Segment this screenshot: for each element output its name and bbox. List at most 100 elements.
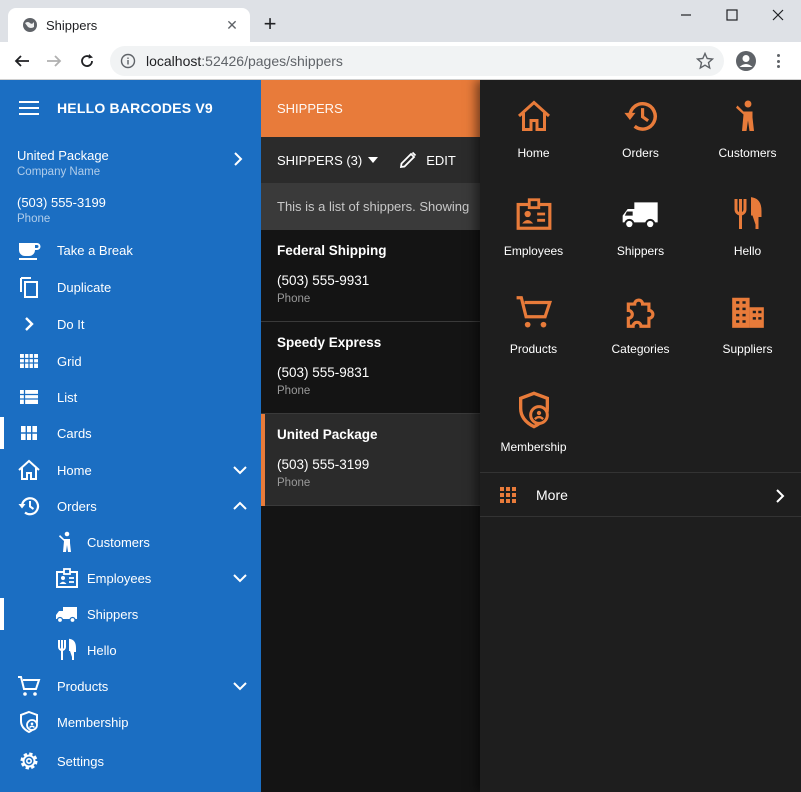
sidebar-item-shippers[interactable]: Shippers — [0, 596, 261, 632]
globe-icon — [23, 18, 37, 32]
app-page: HELLO BARCODES V9 United Package Company… — [0, 80, 801, 792]
tile-employees[interactable]: Employees — [480, 178, 587, 276]
tile-label: Employees — [503, 244, 564, 258]
maximize-icon[interactable] — [709, 0, 755, 30]
sidebar-item-label: Hello — [87, 642, 117, 658]
sidebar-item-label: Customers — [87, 534, 150, 550]
sidebar-item-home[interactable]: Home — [0, 452, 261, 488]
back-arrow-icon[interactable] — [12, 51, 32, 71]
context-company-value: United Package — [17, 148, 109, 163]
sidebar-item-label: Products — [57, 678, 109, 694]
sidebar-item-label: Settings — [57, 753, 104, 769]
sidebar-item-products[interactable]: Products — [0, 668, 261, 704]
url-field[interactable]: localhost:52426/pages/shippers — [110, 46, 724, 76]
sidebar-item-hello[interactable]: Hello — [0, 632, 261, 668]
chevron-down-icon[interactable] — [233, 573, 247, 583]
badge-icon — [55, 566, 79, 590]
sidebar-item-grid[interactable]: Grid — [0, 343, 261, 379]
app-title: HELLO BARCODES V9 — [57, 100, 213, 116]
shipper-phone-label: Phone — [277, 477, 311, 489]
more-label: More — [536, 486, 568, 503]
forward-arrow-icon[interactable] — [44, 51, 64, 71]
hamburger-menu-icon[interactable] — [19, 101, 39, 115]
context-phone: (503) 555-3199 Phone — [17, 195, 247, 225]
tile-label: Suppliers — [722, 342, 773, 356]
shipper-phone: (503) 555-9831 — [277, 365, 370, 380]
address-bar: localhost:52426/pages/shippers — [0, 42, 801, 80]
sidebar-item-settings[interactable]: Settings — [0, 743, 261, 779]
person-icon — [55, 530, 79, 554]
reload-icon[interactable] — [77, 51, 97, 71]
shipper-phone-label: Phone — [277, 293, 311, 305]
chevron-up-icon[interactable] — [233, 501, 247, 511]
star-icon[interactable] — [696, 52, 714, 70]
caret-down-icon — [368, 157, 379, 163]
view-selector-label: SHIPPERS (3) — [277, 152, 363, 168]
chevron-right-icon[interactable] — [233, 152, 243, 166]
restaurant-icon — [55, 638, 79, 662]
sidebar-item-label: Cards — [57, 425, 92, 441]
tile-suppliers[interactable]: Suppliers — [694, 276, 801, 374]
sidebar-item-take-a-break[interactable]: Take a Break — [0, 232, 261, 268]
sidebar-item-customers[interactable]: Customers — [0, 524, 261, 560]
tile-orders[interactable]: Orders — [587, 80, 694, 178]
badge-icon — [514, 194, 554, 234]
tile-products[interactable]: Products — [480, 276, 587, 374]
new-tab-icon[interactable]: + — [260, 13, 280, 35]
minimize-icon[interactable] — [663, 0, 709, 30]
view-selector[interactable]: SHIPPERS (3) — [277, 152, 379, 168]
shipper-phone-label: Phone — [277, 385, 311, 397]
context-company-label: Company Name — [17, 166, 101, 178]
info-icon[interactable] — [120, 53, 136, 69]
puzzle-icon — [621, 292, 661, 332]
home-icon — [514, 96, 554, 136]
sidebar-item-employees[interactable]: Employees — [0, 560, 261, 596]
chevron-right-icon — [776, 489, 785, 503]
sidebar-item-label: Membership — [57, 714, 129, 730]
duplicate-icon — [17, 275, 41, 299]
pencil-icon — [400, 151, 417, 169]
building-icon — [728, 292, 768, 332]
profile-avatar-icon[interactable] — [735, 50, 757, 72]
sidebar-item-label: Home — [57, 462, 92, 478]
sidebar-item-list[interactable]: List — [0, 379, 261, 415]
sidebar-item-duplicate[interactable]: Duplicate — [0, 269, 261, 305]
browser-tabstrip: Shippers ✕ + — [0, 0, 801, 42]
shipper-phone: (503) 555-9931 — [277, 273, 370, 288]
tile-shippers[interactable]: Shippers — [587, 178, 694, 276]
chevron-down-icon[interactable] — [233, 465, 247, 475]
sidebar-item-label: Shippers — [87, 606, 139, 622]
window-close-icon[interactable] — [755, 0, 801, 30]
context-company[interactable]: United Package Company Name — [17, 148, 247, 178]
tile-label: Shippers — [616, 244, 665, 258]
browser-tab[interactable]: Shippers ✕ — [8, 8, 250, 42]
tile-label: Customers — [718, 146, 777, 160]
chevron-down-icon[interactable] — [233, 681, 247, 691]
tile-categories[interactable]: Categories — [587, 276, 694, 374]
sidebar-item-membership[interactable]: Membership — [0, 704, 261, 740]
tile-home[interactable]: Home — [480, 80, 587, 178]
shipper-name: Federal Shipping — [277, 243, 387, 258]
sidebar-item-cards[interactable]: Cards — [0, 415, 261, 451]
chevron-right-icon — [17, 312, 41, 336]
sidebar-item-label: Grid — [57, 353, 82, 369]
tile-label: Membership — [500, 440, 567, 454]
truck-icon — [55, 602, 79, 626]
context-phone-value: (503) 555-3199 — [17, 195, 106, 210]
tile-label: Orders — [622, 146, 659, 160]
tile-label: Home — [517, 146, 550, 160]
history-icon — [17, 494, 41, 518]
close-icon[interactable]: ✕ — [224, 17, 240, 33]
tab-title: Shippers — [46, 17, 98, 33]
sidebar-item-do-it[interactable]: Do It — [0, 306, 261, 342]
tile-hello[interactable]: Hello — [694, 178, 801, 276]
tile-customers[interactable]: Customers — [694, 80, 801, 178]
sidebar-item-orders[interactable]: Orders — [0, 488, 261, 524]
edit-button[interactable]: EDIT — [398, 150, 456, 170]
tile-membership[interactable]: Membership — [480, 374, 587, 472]
person-icon — [728, 96, 768, 136]
more-options-icon[interactable] — [770, 51, 786, 71]
truck-icon — [621, 194, 661, 234]
home-icon — [17, 458, 41, 482]
more-button[interactable]: More — [480, 472, 801, 517]
